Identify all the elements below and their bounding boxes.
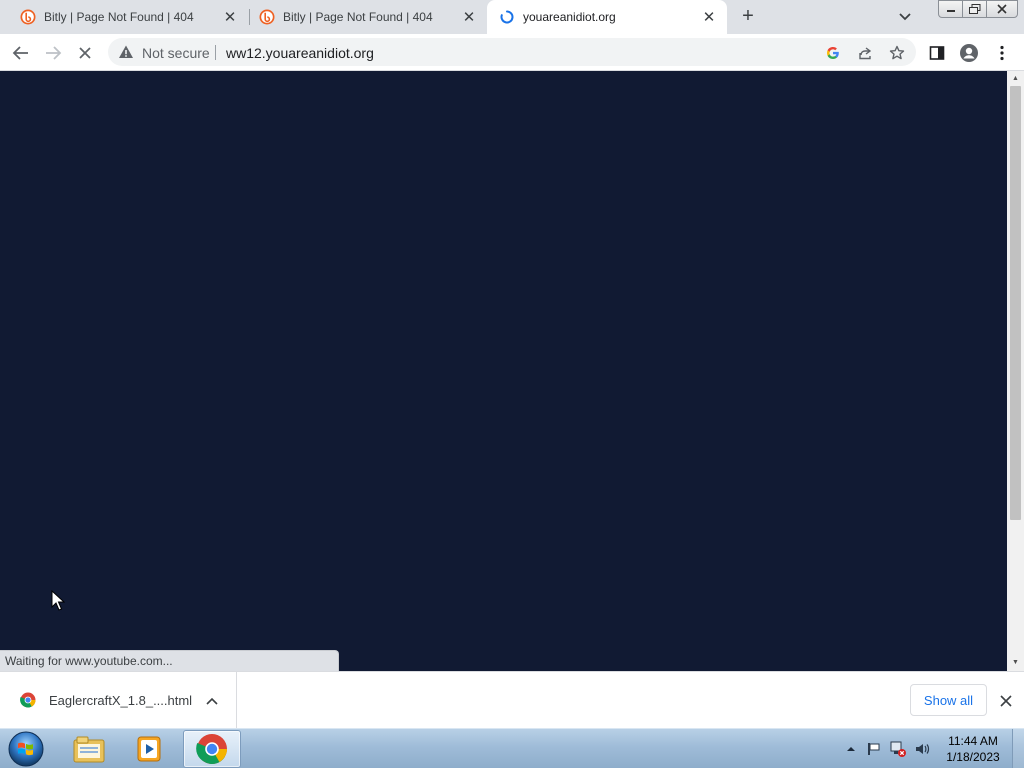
chevron-up-icon — [206, 697, 218, 705]
tab-title: Bitly | Page Not Found | 404 — [283, 10, 433, 24]
url-text[interactable]: ww12.youareanidiot.org — [226, 45, 374, 61]
download-options-button[interactable] — [203, 692, 221, 710]
tab-title: Bitly | Page Not Found | 404 — [44, 10, 194, 24]
share-icon — [859, 47, 872, 60]
taskbar-google-chrome[interactable] — [183, 730, 241, 768]
close-download-shelf-button[interactable] — [996, 691, 1016, 711]
windows-taskbar: 11:44 AM 1/18/2023 — [0, 728, 1024, 768]
restore-button[interactable] — [962, 0, 987, 18]
network-button[interactable] — [890, 741, 906, 757]
scroll-down-arrow-icon[interactable]: ▼ — [1007, 655, 1024, 669]
system-tray — [843, 729, 943, 768]
address-bar[interactable]: Not secure ww12.youareanidiot.org — [108, 38, 916, 66]
media-player-icon — [137, 736, 161, 762]
show-hidden-icons-button[interactable] — [843, 741, 859, 757]
scrollbar-thumb[interactable] — [1010, 86, 1021, 520]
profile-button[interactable] — [956, 40, 982, 66]
close-icon[interactable]: ✕ — [461, 9, 477, 26]
download-item[interactable]: EaglercraftX_1.8_....html — [0, 672, 237, 728]
google-lens-button[interactable] — [824, 44, 842, 62]
action-center-button[interactable] — [866, 741, 882, 757]
omnibox-divider — [215, 45, 216, 60]
status-bubble: Waiting for www.youtube.com... — [0, 650, 339, 671]
not-secure-label[interactable]: Not secure — [142, 45, 210, 61]
scroll-up-arrow-icon[interactable]: ▲ — [1007, 71, 1024, 85]
bitly-icon — [259, 9, 275, 25]
bitly-icon — [20, 9, 36, 25]
tab-search-chevron-icon[interactable] — [896, 9, 914, 25]
forward-button[interactable] — [40, 40, 66, 66]
menu-button[interactable] — [989, 40, 1015, 66]
vertical-scrollbar[interactable]: ▲ ▼ — [1007, 71, 1024, 671]
volume-button[interactable] — [914, 741, 930, 757]
windows-start-orb-icon[interactable] — [6, 730, 46, 768]
window-close-button[interactable] — [986, 0, 1018, 18]
tab-strip: Bitly | Page Not Found | 404 ✕ Bitly | P… — [0, 0, 1024, 34]
side-panel-button[interactable] — [924, 40, 950, 66]
mouse-cursor-icon — [51, 590, 65, 611]
back-arrow-icon — [12, 46, 28, 60]
show-desktop-button[interactable] — [1012, 729, 1024, 768]
show-all-downloads-button[interactable]: Show all — [910, 684, 987, 716]
new-tab-button[interactable]: + — [737, 6, 759, 27]
close-icon — [997, 4, 1007, 14]
tab-bitly-1[interactable]: Bitly | Page Not Found | 404 ✕ — [8, 0, 248, 34]
close-icon[interactable]: ✕ — [222, 9, 238, 26]
minimize-button[interactable] — [938, 0, 963, 18]
network-disconnected-icon — [890, 741, 906, 757]
google-icon — [827, 47, 839, 59]
folder-icon — [73, 736, 105, 763]
forward-arrow-icon — [46, 46, 62, 60]
loading-spinner-icon — [500, 10, 514, 24]
chrome-icon — [20, 692, 36, 708]
browser-toolbar: Not secure ww12.youareanidiot.org — [0, 34, 1024, 71]
close-icon — [1000, 695, 1012, 707]
back-button[interactable] — [8, 40, 34, 66]
tab-youareanidiot[interactable]: youareanidiot.org ✕ — [487, 0, 727, 34]
tab-bitly-2[interactable]: Bitly | Page Not Found | 404 ✕ — [247, 0, 487, 34]
bookmark-button[interactable] — [888, 44, 906, 62]
triangle-up-icon — [847, 747, 855, 751]
warning-icon[interactable] — [118, 44, 134, 60]
side-panel-icon — [929, 46, 945, 60]
taskbar-windows-explorer[interactable] — [60, 730, 118, 768]
download-shelf: EaglercraftX_1.8_....html Show all — [0, 671, 1024, 728]
clock-time: 11:44 AM — [948, 734, 998, 748]
minimize-icon — [946, 10, 955, 12]
chrome-icon — [196, 734, 227, 764]
tab-title: youareanidiot.org — [523, 10, 616, 24]
download-filename: EaglercraftX_1.8_....html — [49, 693, 193, 708]
window-controls — [938, 0, 1018, 18]
volume-icon — [916, 744, 930, 754]
clock-date: 1/18/2023 — [946, 750, 1000, 764]
share-button[interactable] — [856, 44, 874, 62]
kebab-menu-icon — [1000, 45, 1004, 61]
page-viewport[interactable] — [0, 71, 1007, 671]
avatar-icon — [960, 44, 978, 62]
star-icon — [889, 45, 905, 60]
close-icon[interactable]: ✕ — [701, 9, 717, 26]
action-center-flag-icon — [868, 743, 880, 755]
taskbar-clock[interactable]: 11:44 AM 1/18/2023 — [940, 733, 1006, 765]
stop-loading-button[interactable] — [72, 40, 98, 66]
stop-icon — [79, 47, 91, 59]
restore-icon — [968, 4, 980, 14]
taskbar-media-player[interactable] — [120, 730, 178, 768]
